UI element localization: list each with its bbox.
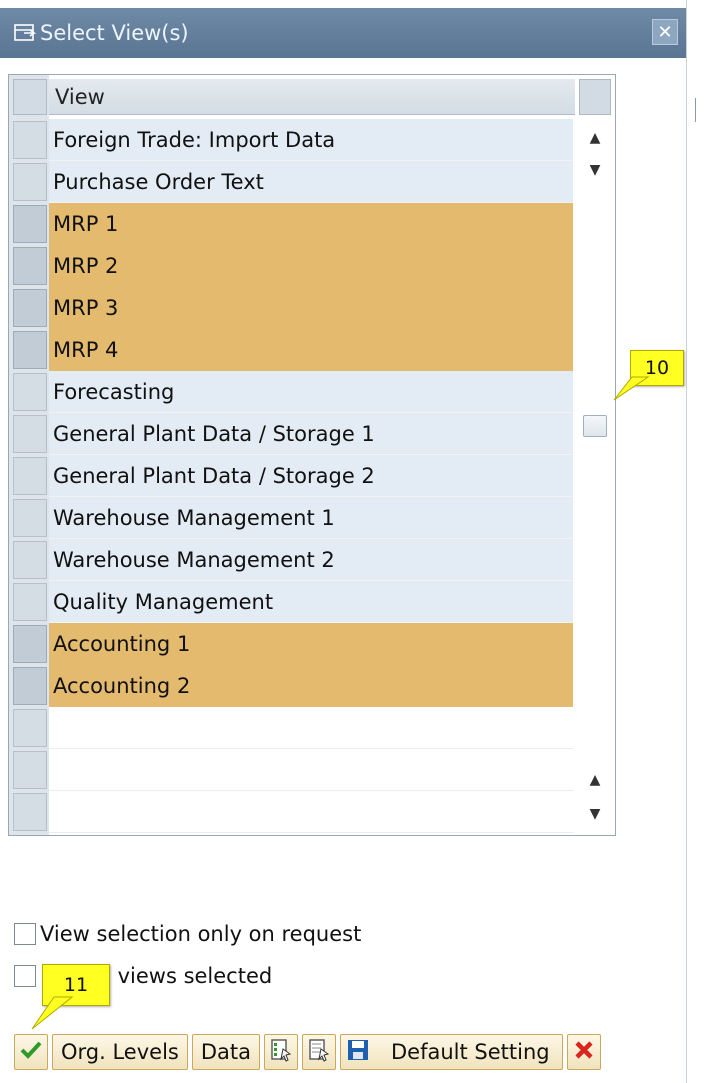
view-table: View Foreign Trade: Import Data Purchase …	[8, 74, 616, 836]
cancel-button[interactable]	[566, 1034, 601, 1070]
view-cell[interactable]: Forecasting	[49, 371, 573, 413]
table-row[interactable]: MRP 3	[9, 287, 575, 329]
select-all-button[interactable]	[264, 1034, 299, 1070]
view-cell[interactable]: General Plant Data / Storage 2	[49, 455, 573, 497]
check-icon	[20, 1040, 42, 1065]
row-selector[interactable]	[13, 667, 47, 705]
save-icon	[347, 1039, 369, 1066]
table-row[interactable]	[9, 791, 575, 833]
select-all-rows-cell[interactable]	[13, 79, 47, 115]
callout-11-label: 11	[63, 974, 89, 996]
row-selector[interactable]	[13, 625, 47, 663]
scroll-down-arrow-icon[interactable]: ▼	[585, 159, 605, 181]
table-row[interactable]: Forecasting	[9, 371, 575, 413]
table-row[interactable]	[9, 707, 575, 749]
row-selector[interactable]	[13, 205, 47, 243]
dialog-title: Select View(s)	[40, 21, 189, 45]
vertical-scrollbar[interactable]: ▲ ▼ ▲ ▼	[579, 119, 611, 833]
row-selector[interactable]	[13, 541, 47, 579]
row-selector[interactable]	[13, 373, 47, 411]
close-icon: ✕	[657, 21, 673, 43]
view-cell[interactable]: Foreign Trade: Import Data	[49, 119, 573, 161]
view-cell[interactable]: Warehouse Management 1	[49, 497, 573, 539]
default-setting-button[interactable]: Default Setting	[340, 1034, 563, 1070]
table-row[interactable]: Quality Management	[9, 581, 575, 623]
view-selection-label: View selection only on request	[40, 922, 362, 946]
view-cell[interactable]: Quality Management	[49, 581, 573, 623]
views-selected-checkbox[interactable]	[14, 965, 36, 987]
select-all-icon	[270, 1038, 292, 1067]
table-settings-button[interactable]	[579, 79, 611, 115]
table-row[interactable]: Warehouse Management 2	[9, 539, 575, 581]
table-row[interactable]: MRP 4	[9, 329, 575, 371]
cancel-icon	[574, 1040, 594, 1065]
confirm-button[interactable]	[14, 1034, 48, 1070]
row-selector[interactable]	[13, 121, 47, 159]
view-selection-checkbox[interactable]	[14, 923, 36, 945]
row-selector[interactable]	[13, 331, 47, 369]
row-selector[interactable]	[13, 247, 47, 285]
row-selector[interactable]	[13, 415, 47, 453]
row-selector[interactable]	[13, 583, 47, 621]
table-row[interactable]: MRP 2	[9, 245, 575, 287]
table-row[interactable]: Foreign Trade: Import Data	[9, 119, 575, 161]
close-button[interactable]: ✕	[652, 19, 678, 45]
view-cell[interactable]: MRP 3	[49, 287, 573, 329]
view-cell[interactable]: Purchase Order Text	[49, 161, 573, 203]
view-cell[interactable]	[49, 791, 573, 833]
view-cell[interactable]: Warehouse Management 2	[49, 539, 573, 581]
row-selector[interactable]	[13, 289, 47, 327]
select-views-dialog: Select View(s) ✕ View Foreign Trade: Imp…	[0, 0, 687, 1083]
scroll-down-arrow-icon[interactable]: ▼	[585, 803, 605, 825]
org-levels-button[interactable]: Org. Levels	[52, 1034, 188, 1070]
row-selector[interactable]	[13, 163, 47, 201]
view-cell[interactable]	[49, 749, 573, 791]
dialog-toolbar: Org. Levels Data Default Setting	[14, 1032, 601, 1072]
table-row[interactable]: Warehouse Management 1	[9, 497, 575, 539]
view-cell[interactable]: General Plant Data / Storage 1	[49, 413, 573, 455]
callout-11-pointer	[31, 996, 74, 1030]
table-row[interactable]: MRP 1	[9, 203, 575, 245]
window-icon	[14, 23, 36, 43]
data-button[interactable]: Data	[191, 1034, 261, 1070]
column-header-view[interactable]: View	[49, 79, 575, 115]
table-row[interactable]: Accounting 2	[9, 665, 575, 707]
callout-10-pointer	[613, 376, 650, 401]
deselect-all-icon	[308, 1038, 330, 1067]
row-selector[interactable]	[13, 751, 47, 789]
background-divider	[695, 98, 696, 122]
view-cell[interactable]	[49, 707, 573, 749]
row-selector[interactable]	[13, 709, 47, 747]
dialog-titlebar: Select View(s) ✕	[0, 8, 686, 58]
scrollbar-thumb[interactable]	[583, 415, 607, 437]
table-row[interactable]: General Plant Data / Storage 1	[9, 413, 575, 455]
view-cell[interactable]: Accounting 2	[49, 665, 573, 707]
scroll-up-arrow-icon[interactable]: ▲	[585, 127, 605, 149]
table-row[interactable]: Purchase Order Text	[9, 161, 575, 203]
deselect-all-button[interactable]	[302, 1034, 337, 1070]
table-row[interactable]: Accounting 1	[9, 623, 575, 665]
view-cell[interactable]: Accounting 1	[49, 623, 573, 665]
table-row[interactable]	[9, 749, 575, 791]
default-setting-label: Default Setting	[391, 1040, 550, 1064]
table-row[interactable]: General Plant Data / Storage 2	[9, 455, 575, 497]
view-cell[interactable]: MRP 4	[49, 329, 573, 371]
background-window-edge	[687, 0, 708, 1083]
row-selector[interactable]	[13, 457, 47, 495]
row-selector[interactable]	[13, 793, 47, 831]
view-selection-option[interactable]: View selection only on request	[14, 922, 361, 946]
view-cell[interactable]: MRP 1	[49, 203, 573, 245]
views-selected-label: e views selected	[98, 964, 273, 988]
view-cell[interactable]: MRP 2	[49, 245, 573, 287]
row-selector[interactable]	[13, 499, 47, 537]
scroll-up-arrow-icon[interactable]: ▲	[585, 769, 605, 791]
